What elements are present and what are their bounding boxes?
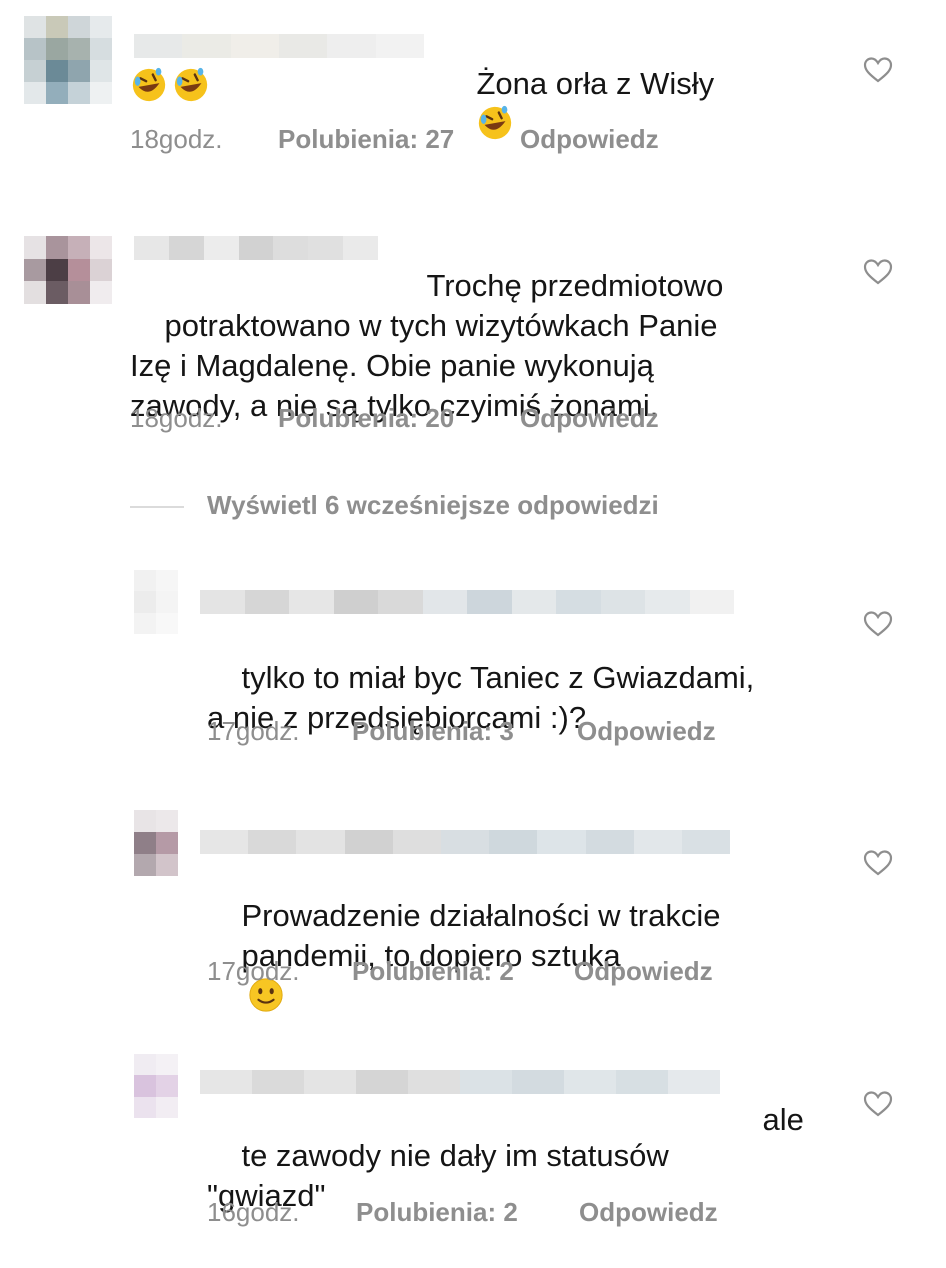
like-heart-icon[interactable] <box>863 56 893 84</box>
reply-button[interactable]: Odpowiedz <box>520 124 659 155</box>
reply: Prowadzenie działalności w trakcie pande… <box>0 800 946 1012</box>
comment: Żona orła z Wisły 18godz. Polubienia: 27… <box>0 0 946 180</box>
comment-meta: 18godz. Polubienia: 27 Odpowiedz <box>130 124 730 156</box>
rolling-on-floor-laughing-icon <box>172 66 210 104</box>
comment-text: Żona orła z Wisły <box>442 24 714 186</box>
timestamp: 17godz. <box>207 716 300 746</box>
timestamp: 18godz. <box>130 403 223 433</box>
like-heart-icon[interactable] <box>863 610 893 638</box>
rolling-on-floor-laughing-icon <box>130 66 168 104</box>
like-heart-icon[interactable] <box>863 1090 893 1118</box>
username-blurred[interactable] <box>200 1070 720 1094</box>
likes-count[interactable]: Polubienia: 27 <box>278 124 454 155</box>
avatar[interactable] <box>134 570 178 634</box>
reply-text: te zawody nie dały im statusów "gwiazd" <box>207 1096 827 1256</box>
likes-count[interactable]: Polubienia: 2 <box>356 1197 518 1228</box>
username-blurred[interactable] <box>200 830 731 854</box>
username-blurred[interactable] <box>200 590 734 614</box>
reply-text: tylko to miał byc Taniec z Gwiazdami, a … <box>207 618 827 778</box>
reply: tylko to miał byc Taniec z Gwiazdami, a … <box>0 560 946 760</box>
reply: ale te zawody nie dały im statusów "gwia… <box>0 1040 946 1268</box>
like-heart-icon[interactable] <box>863 849 893 877</box>
avatar[interactable] <box>134 810 178 876</box>
comment-text-line: Żona orła z Wisły <box>476 66 715 101</box>
likes-count[interactable]: Polubienia: 3 <box>352 716 514 747</box>
avatar[interactable] <box>24 16 112 104</box>
replies-divider <box>130 506 184 508</box>
emoji-row <box>130 66 210 106</box>
reply-button[interactable]: Odpowiedz <box>574 956 713 987</box>
comment-text: potraktowano w tych wizytówkach Panie Iz… <box>130 266 830 466</box>
reply-meta: 16godz. Polubienia: 2 Odpowiedz <box>207 1197 807 1229</box>
reply-button[interactable]: Odpowiedz <box>579 1197 718 1228</box>
likes-count[interactable]: Polubienia: 2 <box>352 956 514 987</box>
timestamp: 16godz. <box>207 1197 300 1227</box>
comment: Trochę przedmiotowo potraktowano w tych … <box>0 200 946 450</box>
reply-button[interactable]: Odpowiedz <box>577 716 716 747</box>
reply-meta: 17godz. Polubienia: 3 Odpowiedz <box>207 716 807 748</box>
username-blurred[interactable] <box>134 34 424 58</box>
comment-meta: 18godz. Polubienia: 20 Odpowiedz <box>130 403 730 435</box>
timestamp: 18godz. <box>130 124 223 154</box>
likes-count[interactable]: Polubienia: 20 <box>278 403 454 434</box>
like-heart-icon[interactable] <box>863 258 893 286</box>
view-previous-replies-button[interactable]: Wyświetl 6 wcześniejsze odpowiedzi <box>207 490 659 521</box>
reply-meta: 17godz. Polubienia: 2 Odpowiedz <box>207 956 807 988</box>
username-blurred[interactable] <box>134 236 379 260</box>
avatar[interactable] <box>134 1054 178 1118</box>
timestamp: 17godz. <box>207 956 300 986</box>
avatar[interactable] <box>24 236 112 304</box>
reply-button[interactable]: Odpowiedz <box>520 403 659 434</box>
